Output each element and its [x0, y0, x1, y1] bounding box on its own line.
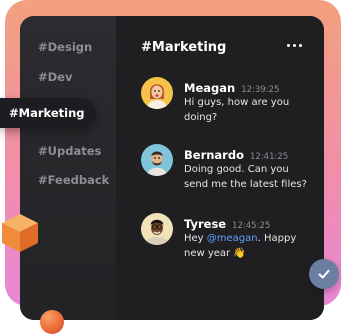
message-panel: #Marketing Meagan 12:39:25 Hi guys, how a… [116, 16, 324, 320]
channel-dev[interactable]: #Dev [38, 70, 72, 84]
checkmark-badge-icon [309, 259, 339, 289]
message-text-start: Hey [184, 233, 207, 244]
message-header: Bernardo 12:41:25 [184, 144, 288, 163]
message-text: Doing good. Can you send me the latest f… [184, 164, 307, 190]
message-time: 12:45:25 [232, 221, 271, 231]
author-name[interactable]: Bernardo [184, 148, 244, 162]
orange-sphere-decoration [40, 310, 64, 334]
message-header: Tyrese 12:45:25 [184, 213, 270, 232]
user-mention[interactable]: @meagan [207, 233, 258, 244]
message-time: 12:39:25 [241, 85, 280, 95]
message-header: Meagan 12:39:25 [184, 77, 279, 96]
avatar-tyrese[interactable] [141, 213, 173, 245]
channel-design[interactable]: #Design [38, 40, 92, 54]
author-name[interactable]: Tyrese [184, 217, 226, 231]
avatar-meagan[interactable] [141, 77, 173, 109]
chat-window: #Design #Dev #Updates #Feedback #Marketi… [20, 16, 324, 320]
message-text: Hey @meagan. Happy new year 👋 [184, 231, 314, 261]
channel-updates[interactable]: #Updates [38, 144, 101, 158]
channel-marketing-active[interactable]: #Marketing [0, 98, 96, 128]
author-name[interactable]: Meagan [184, 81, 235, 95]
channel-title: #Marketing [141, 40, 227, 55]
message-time: 12:41:25 [250, 152, 289, 162]
waving-hand-icon: 👋 [233, 248, 246, 259]
message-text: Hi guys, how are you doing? [184, 97, 290, 123]
channel-feedback[interactable]: #Feedback [38, 173, 109, 187]
more-horizontal-icon[interactable] [287, 44, 302, 47]
cube-decoration-icon [2, 214, 38, 252]
avatar-bernardo[interactable] [141, 144, 173, 176]
channel-sidebar: #Design #Dev #Updates #Feedback [20, 16, 116, 320]
